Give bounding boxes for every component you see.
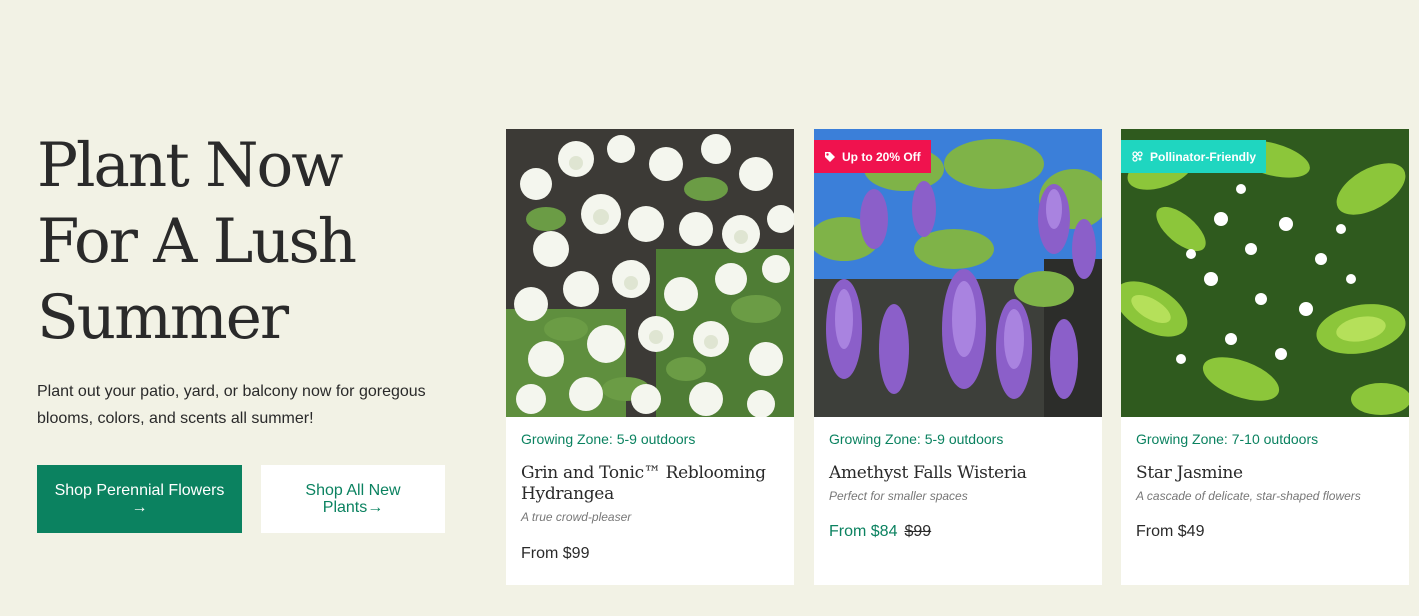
badge-label: Pollinator-Friendly [1150,149,1257,164]
product-image[interactable] [506,129,794,417]
sale-badge: Up to 20% Off [814,140,931,173]
product-price: From $84 $99 [829,522,1087,542]
flower-icon [1132,151,1143,162]
button-label-text: Shop All New Plants [305,482,401,516]
product-price: From $49 [1136,523,1205,540]
product-name[interactable]: Amethyst Falls Wisteria [829,463,1087,484]
tag-icon [825,151,835,162]
product-tagline: Perfect for smaller spaces [829,489,968,503]
product-price: From $99 [521,545,590,562]
product-info: Growing Zone: 5-9 outdoors Amethyst Fall… [814,417,1102,542]
hero-title-line: For A Lush [37,206,357,277]
hero-section: Plant Now For A Lush Summer Plant out yo… [37,128,457,432]
product-card[interactable]: Pollinator-Friendly Growing Zone: 7-10 o… [1121,129,1409,585]
button-label: Shop All New Plants→ [273,482,433,516]
shop-all-new-plants-button[interactable]: Shop All New Plants→ [261,465,445,533]
white-hydrangea-photo [506,129,794,417]
arrow-right-icon: → [131,499,148,516]
hero-buttons: Shop Perennial Flowers → Shop All New Pl… [37,465,445,533]
sale-price: From $84 [829,523,898,540]
product-card[interactable]: Growing Zone: 5-9 outdoors Grin and Toni… [506,129,794,585]
arrow-right-icon: → [367,499,384,516]
hero-title-line: Summer [37,282,289,353]
product-name[interactable]: Grin and Tonic™ Reblooming Hydrangea [521,463,779,505]
product-tagline: A true crowd-pleaser [521,510,632,524]
growing-zone: Growing Zone: 5-9 outdoors [829,431,1004,447]
product-info: Growing Zone: 5-9 outdoors Grin and Toni… [506,417,794,564]
hero-title-line: Plant Now [37,130,343,201]
product-tagline: A cascade of delicate, star-shaped flowe… [1136,489,1361,503]
hero-subtitle: Plant out your patio, yard, or balcony n… [37,383,426,427]
product-card[interactable]: Up to 20% Off Growing Zone: 5-9 outdoors… [814,129,1102,585]
product-image[interactable]: Up to 20% Off [814,129,1102,417]
button-label: Shop Perennial Flowers [54,482,225,499]
hero-title: Plant Now For A Lush Summer [37,128,457,356]
pollinator-badge: Pollinator-Friendly [1121,140,1267,173]
growing-zone: Growing Zone: 5-9 outdoors [521,431,696,447]
growing-zone: Growing Zone: 7-10 outdoors [1136,431,1319,447]
product-image[interactable]: Pollinator-Friendly [1121,129,1409,417]
original-price: $99 [904,523,932,540]
badge-label: Up to 20% Off [842,149,921,164]
product-info: Growing Zone: 7-10 outdoors Star Jasmine… [1121,417,1409,542]
shop-perennial-flowers-button[interactable]: Shop Perennial Flowers → [37,465,242,533]
product-name[interactable]: Star Jasmine [1136,463,1394,484]
